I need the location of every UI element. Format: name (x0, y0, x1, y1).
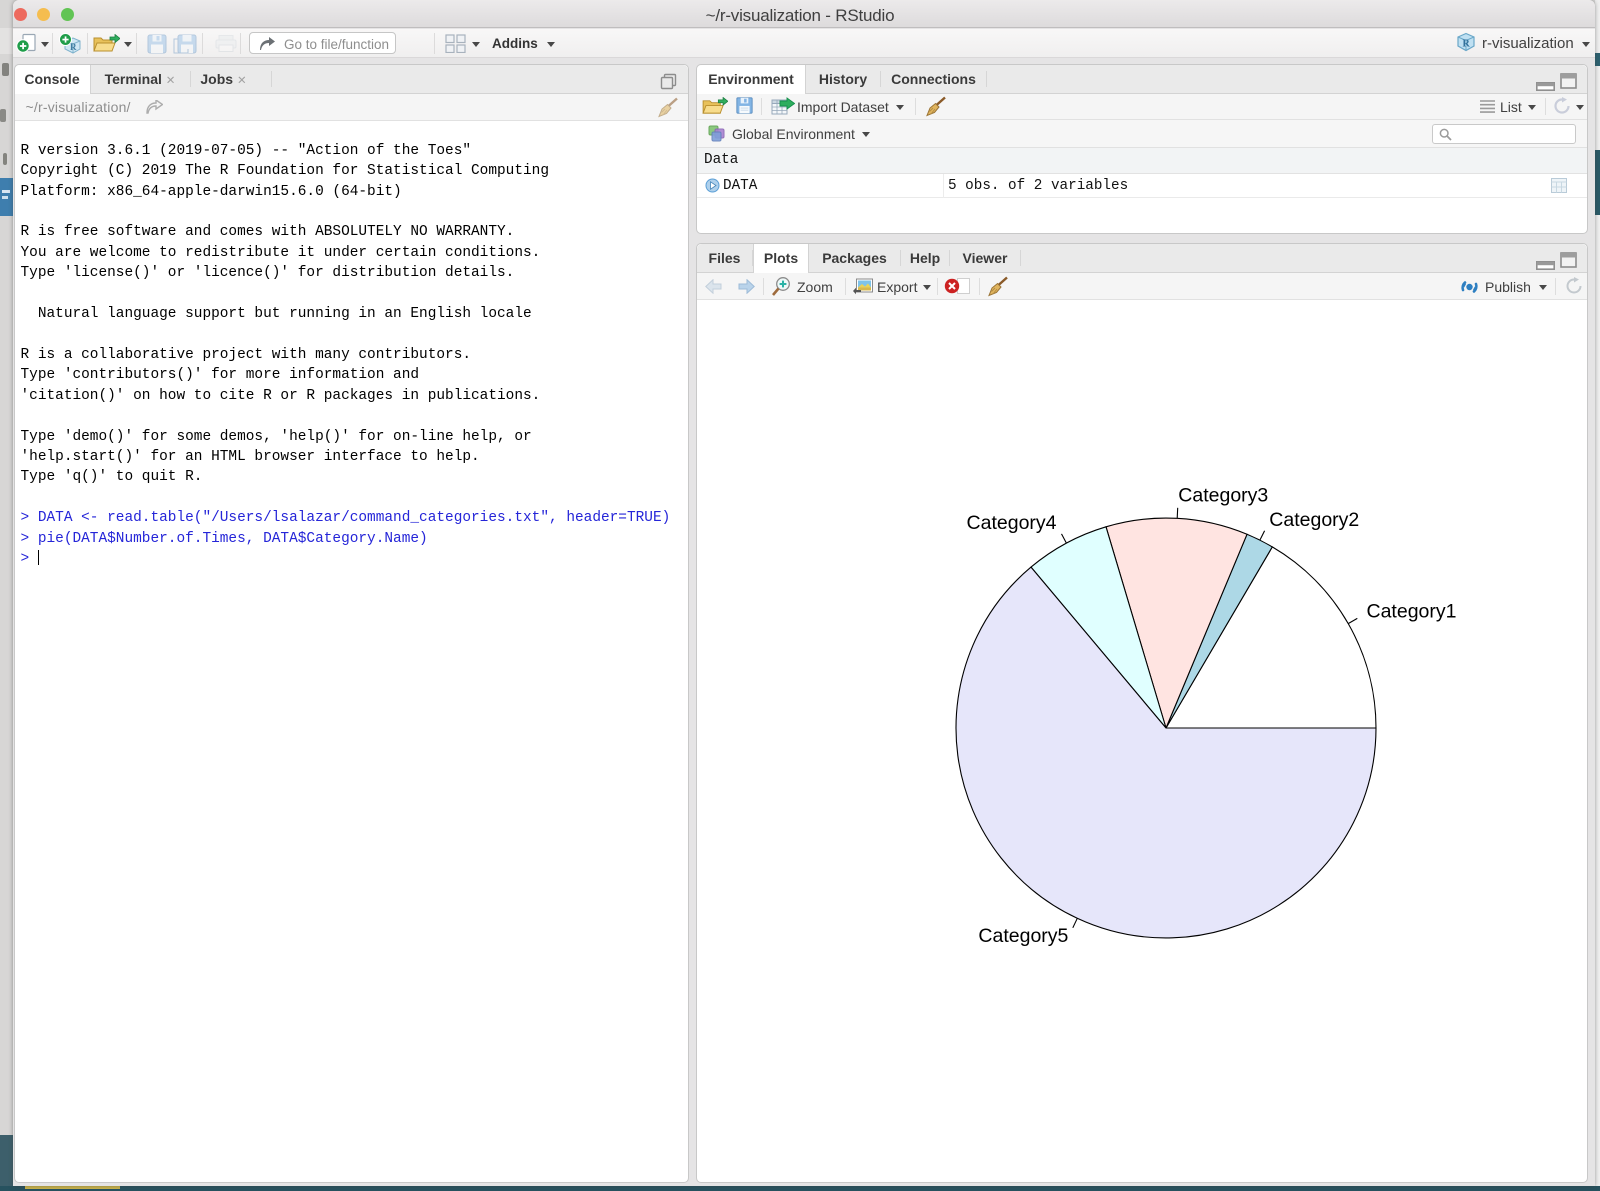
svg-text:R: R (70, 42, 77, 52)
svg-text:Category5: Category5 (978, 925, 1068, 947)
svg-text:R: R (1463, 39, 1471, 50)
svg-text:Category4: Category4 (967, 512, 1057, 534)
svg-text:Category3: Category3 (1178, 485, 1268, 507)
svg-text:Category1: Category1 (1367, 601, 1457, 623)
svg-text:Category2: Category2 (1269, 509, 1359, 531)
